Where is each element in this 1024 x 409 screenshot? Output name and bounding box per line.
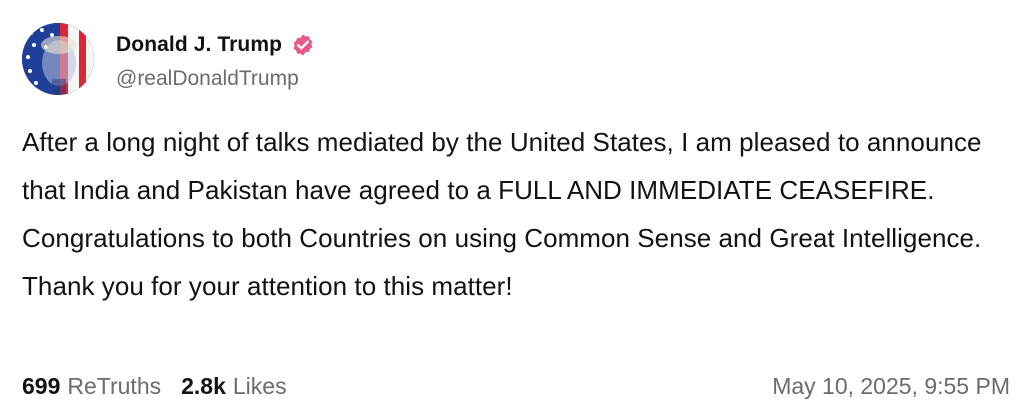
avatar-image <box>22 23 94 95</box>
author-display-name[interactable]: Donald J. Trump <box>116 33 282 57</box>
post-header: Donald J. Trump @realDonaldTrump <box>22 22 1012 96</box>
post-timestamp[interactable]: May 10, 2025, 9:55 PM <box>772 373 1010 400</box>
verified-badge-icon <box>291 33 315 57</box>
author-name-row: Donald J. Trump <box>116 27 315 63</box>
avatar[interactable] <box>22 23 94 95</box>
post-footer: 699 ReTruths 2.8k Likes May 10, 2025, 9:… <box>22 368 1012 404</box>
retruths-count: 699 <box>22 372 61 399</box>
retruths-stat[interactable]: 699 ReTruths <box>22 373 161 400</box>
likes-stat[interactable]: 2.8k Likes <box>181 373 286 400</box>
retruths-label: ReTruths <box>67 372 162 399</box>
post-card: Donald J. Trump @realDonaldTrump After a… <box>22 22 1012 310</box>
post-body-text: After a long night of talks mediated by … <box>22 127 982 301</box>
likes-count: 2.8k <box>181 372 226 399</box>
author-names: Donald J. Trump @realDonaldTrump <box>116 27 315 91</box>
author-handle[interactable]: @realDonaldTrump <box>116 67 315 91</box>
likes-label: Likes <box>232 372 287 399</box>
